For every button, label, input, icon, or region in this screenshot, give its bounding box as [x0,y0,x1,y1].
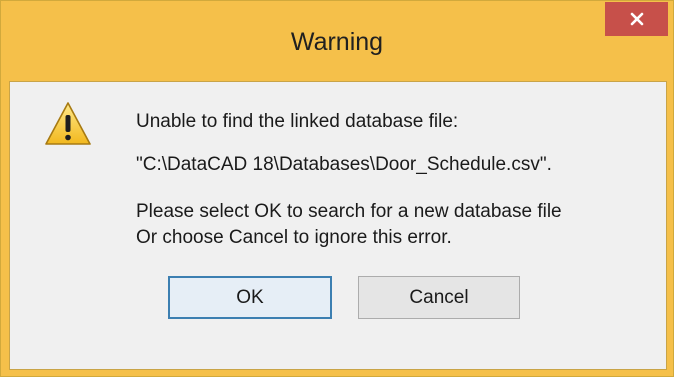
cancel-button-label: Cancel [409,286,469,308]
ok-button-label: OK [236,286,264,308]
message-file-path: "C:\DataCAD 18\Databases\Door_Schedule.c… [136,154,552,175]
close-icon [630,12,643,26]
dialog-body: Unable to find the linked database file:… [9,81,667,370]
warning-dialog: Warning Unable to find the linked databa… [0,0,674,377]
message-line-1: Unable to find the linked database file: [136,111,459,132]
message-line-4: Or choose Cancel to ignore this error. [136,227,452,248]
dialog-title: Warning [290,28,384,56]
close-button[interactable] [605,2,668,36]
title-bar[interactable]: Warning [1,1,673,81]
message-line-3: Please select OK to search for a new dat… [136,201,562,222]
warning-icon [45,102,91,145]
ok-button[interactable]: OK [168,276,332,319]
cancel-button[interactable]: Cancel [358,276,520,319]
